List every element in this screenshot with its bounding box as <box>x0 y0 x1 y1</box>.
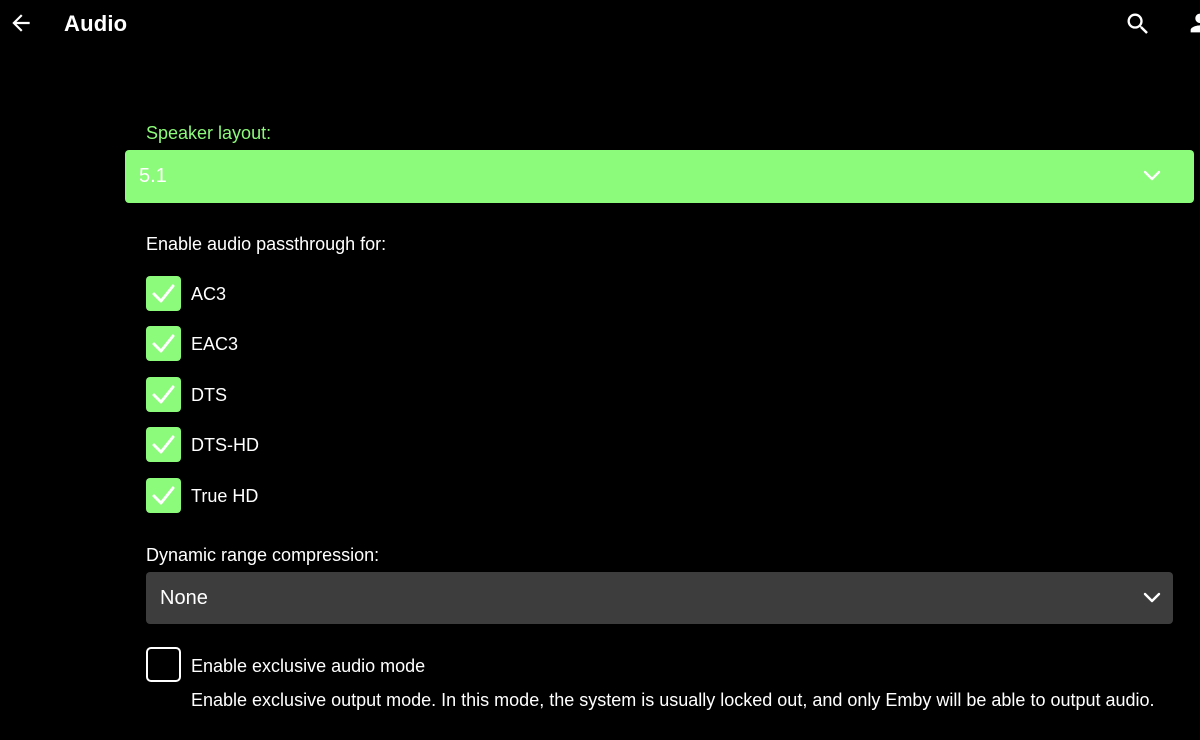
checkbox-row-true-hd[interactable]: True HD <box>146 478 546 514</box>
app-header: Audio <box>0 0 1200 50</box>
checkbox-row-dts-hd[interactable]: DTS-HD <box>146 427 546 463</box>
chevron-down-icon <box>1143 170 1161 181</box>
exclusive-mode-checkbox[interactable] <box>146 647 181 682</box>
search-icon <box>1127 13 1148 34</box>
speaker-layout-value: 5.1 <box>139 165 167 187</box>
checkbox-label-dts: DTS <box>191 385 227 405</box>
checkbox-label-dts-hd: DTS-HD <box>191 435 259 455</box>
checkbox-true-hd[interactable] <box>146 478 181 513</box>
exclusive-mode-row[interactable]: Enable exclusive audio mode <box>146 647 1196 683</box>
passthrough-label: Enable audio passthrough for: <box>146 234 387 254</box>
back-button[interactable] <box>6 8 36 38</box>
exclusive-mode-description: Enable exclusive output mode. In this mo… <box>191 690 1155 710</box>
checkbox-eac3[interactable] <box>146 326 181 361</box>
checkbox-dts-hd[interactable] <box>146 427 181 462</box>
arrow-left-icon <box>12 14 30 32</box>
user-icon <box>1190 13 1200 33</box>
drc-value: None <box>160 587 208 609</box>
chevron-down-icon <box>1143 592 1161 603</box>
page-title: Audio <box>64 11 128 36</box>
checkmark-icon <box>152 435 175 454</box>
checkbox-label-ac3: AC3 <box>191 284 227 304</box>
audio-settings-page: Audio Speaker layout: 5.1 Enable audio p… <box>0 0 1200 740</box>
checkbox-row-eac3[interactable]: EAC3 <box>146 326 546 362</box>
speaker-layout-select[interactable]: 5.1 <box>125 150 1194 203</box>
checkbox-ac3[interactable] <box>146 276 181 311</box>
checkmark-icon <box>152 334 175 353</box>
user-button[interactable] <box>1186 9 1200 39</box>
speaker-layout-label: Speaker layout: <box>146 123 272 143</box>
checkbox-label-eac3: EAC3 <box>191 334 239 354</box>
search-button[interactable] <box>1123 9 1153 39</box>
checkmark-icon <box>152 385 175 404</box>
checkbox-row-ac3[interactable]: AC3 <box>146 276 546 312</box>
checkbox-dts[interactable] <box>146 377 181 412</box>
checkbox-row-dts[interactable]: DTS <box>146 377 546 413</box>
checkmark-icon <box>152 486 175 505</box>
drc-label: Dynamic range compression: <box>146 545 380 565</box>
checkmark-icon <box>152 284 175 303</box>
exclusive-mode-label: Enable exclusive audio mode <box>191 656 426 676</box>
checkbox-label-true-hd: True HD <box>191 486 259 506</box>
drc-select[interactable]: None <box>146 572 1173 624</box>
